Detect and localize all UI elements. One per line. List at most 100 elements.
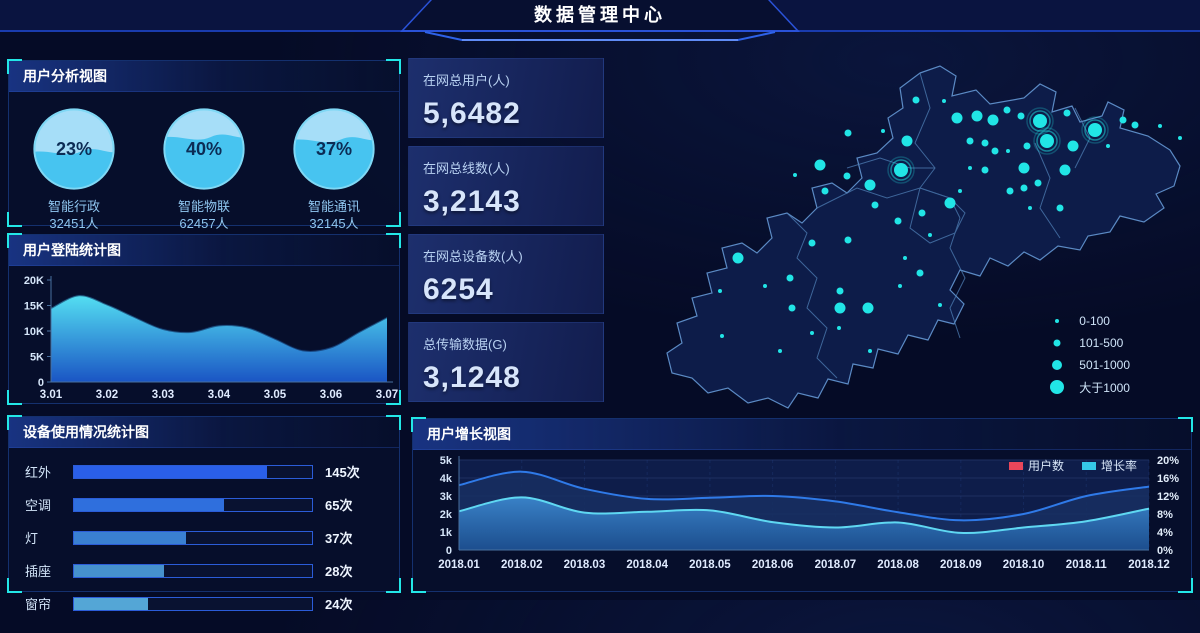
map-point: [865, 180, 876, 191]
svg-text:2018.09: 2018.09: [940, 559, 982, 571]
map-point: [872, 202, 879, 209]
legend-swatch-icon: [1082, 462, 1096, 470]
stat-card: 在网总线数(人)3,2143: [408, 146, 604, 226]
svg-text:3.02: 3.02: [96, 389, 118, 401]
device-bar-track: [73, 531, 313, 545]
device-bar-label: 红外: [25, 462, 73, 481]
map-point: [1021, 185, 1028, 192]
map-point: [917, 270, 924, 277]
map-point: [988, 115, 999, 126]
svg-text:2k: 2k: [440, 509, 453, 521]
svg-text:2018.06: 2018.06: [752, 559, 794, 571]
corner-bracket: [7, 59, 22, 74]
svg-text:4k: 4k: [440, 473, 453, 485]
map-point: [895, 218, 902, 225]
stat-card-label: 在网总用户(人): [423, 70, 589, 89]
svg-text:20%: 20%: [1157, 455, 1179, 467]
map-point: [787, 275, 794, 282]
corner-bracket: [386, 390, 401, 405]
corner-bracket: [386, 415, 401, 430]
stat-card-value: 3,1248: [423, 361, 589, 395]
stat-card: 总传输数据(G)3,1248: [408, 322, 604, 402]
svg-text:3.01: 3.01: [40, 389, 63, 401]
map-point: [1018, 113, 1025, 120]
map-point: [868, 349, 872, 353]
map-point: [733, 253, 744, 264]
svg-text:16%: 16%: [1157, 473, 1179, 485]
device-bar-value: 145次: [313, 462, 381, 481]
map-legend-item[interactable]: 0-100: [1049, 310, 1130, 332]
map-legend-item[interactable]: 101-500: [1049, 332, 1130, 354]
device-bar-label: 空调: [25, 495, 73, 514]
growth-legend-item[interactable]: 增长率: [1082, 457, 1137, 474]
svg-text:2018.05: 2018.05: [689, 559, 731, 571]
liquid-gauge-label: 智能行政32451人: [48, 198, 100, 232]
liquid-gauge-label: 智能通讯32145人: [308, 198, 360, 232]
map-point: [718, 289, 722, 293]
map-point: [835, 303, 846, 314]
liquid-gauge-label: 智能物联62457人: [178, 198, 230, 232]
growth-legend-item[interactable]: 用户数: [1009, 457, 1064, 474]
map-point: [945, 198, 956, 209]
map-point: [1035, 180, 1042, 187]
corner-bracket: [7, 415, 22, 430]
svg-text:1k: 1k: [440, 527, 453, 539]
map-point: [1040, 134, 1054, 148]
map-point: [982, 140, 989, 147]
map-point: [1060, 165, 1071, 176]
corner-bracket: [1178, 417, 1193, 432]
panel-user-growth: 用户增长视图 用户数增长率 01k2k3k4k5k0%4%8%12%16%20%…: [412, 418, 1192, 592]
map-point: [845, 130, 852, 137]
stat-card-value: 6254: [423, 273, 589, 307]
stat-card-label: 在网总设备数(人): [423, 246, 589, 265]
corner-bracket: [386, 59, 401, 74]
map-point: [837, 288, 844, 295]
svg-text:3.05: 3.05: [264, 389, 287, 401]
svg-text:2018.01: 2018.01: [438, 559, 480, 571]
map-point: [952, 113, 963, 124]
map-point: [1006, 149, 1010, 153]
map-legend-item[interactable]: 501-1000: [1049, 354, 1130, 376]
device-bar-label: 插座: [25, 561, 73, 580]
map-point: [913, 97, 920, 104]
map-point: [898, 284, 902, 288]
device-bar-value: 24次: [313, 594, 381, 613]
device-bar-value: 37次: [313, 528, 381, 547]
province-map: 0-100101-500501-1000 大于1000: [604, 46, 1200, 418]
stat-card-value: 5,6482: [423, 97, 589, 131]
map-point: [972, 111, 983, 122]
device-bar-fill: [74, 598, 148, 610]
stat-card-label: 在网总线数(人): [423, 158, 589, 177]
map-point: [958, 189, 962, 193]
map-point: [763, 284, 767, 288]
map-point: [793, 173, 797, 177]
map-point: [809, 240, 816, 247]
svg-text:2018.04: 2018.04: [626, 559, 668, 571]
svg-text:3.03: 3.03: [152, 389, 174, 401]
map-legend-item[interactable]: 大于1000: [1049, 376, 1130, 398]
svg-text:5K: 5K: [30, 352, 44, 364]
map-point: [902, 136, 913, 147]
growth-chart-legend: 用户数 增长率: [1009, 457, 1137, 474]
map-point: [1088, 123, 1102, 137]
svg-text:2018.02: 2018.02: [501, 559, 543, 571]
corner-bracket: [7, 212, 22, 227]
map-point: [822, 188, 829, 195]
panel-title-user-growth: 用户增长视图: [413, 419, 1191, 450]
liquid-gauge: 23%智能行政32451人: [31, 106, 117, 232]
device-bar-row: 灯37次: [25, 528, 381, 547]
svg-text:20K: 20K: [24, 275, 44, 287]
svg-text:3k: 3k: [440, 491, 453, 503]
map-legend-label: 大于1000: [1079, 379, 1130, 396]
svg-text:3.04: 3.04: [208, 389, 231, 401]
svg-text:40%: 40%: [186, 139, 222, 159]
device-bar-track: [73, 597, 313, 611]
map-point: [982, 167, 989, 174]
header-wing-decoration: [420, 31, 780, 45]
map-point: [968, 166, 972, 170]
map-point: [1064, 110, 1071, 117]
header-bar: 数据管理中心: [0, 0, 1200, 32]
device-bar-fill: [74, 466, 267, 478]
stat-card: 在网总用户(人) 5,6482: [408, 58, 604, 138]
svg-text:15K: 15K: [24, 301, 44, 313]
